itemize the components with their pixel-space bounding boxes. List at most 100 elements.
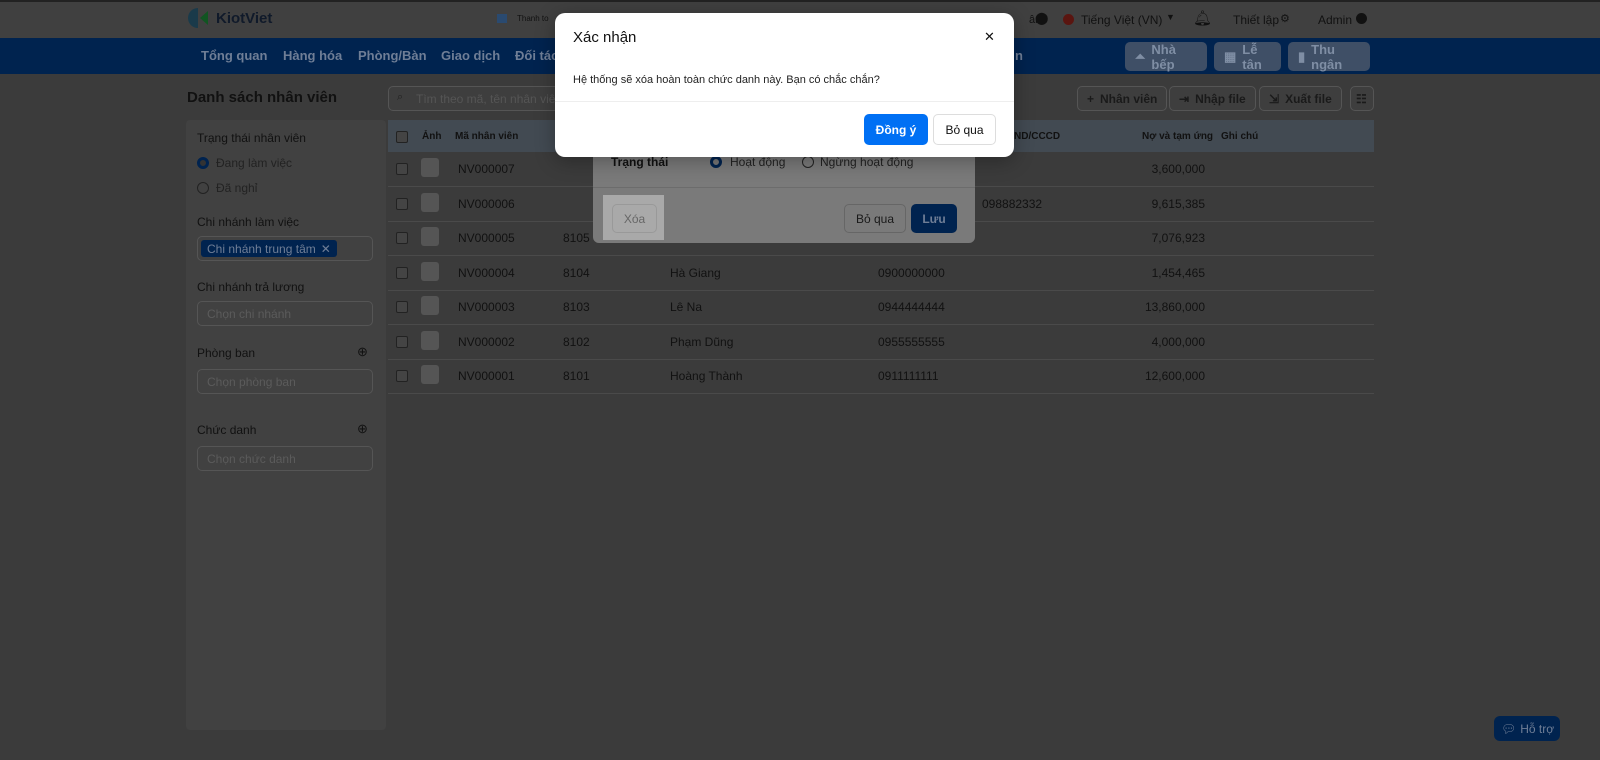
confirm-title: Xác nhận bbox=[573, 29, 637, 46]
chevron-down-icon: ▼ bbox=[1166, 12, 1175, 22]
attendance-code: 8103 bbox=[563, 300, 590, 314]
row-checkbox[interactable] bbox=[396, 197, 408, 210]
export-button[interactable]: ⇲ Xuất file bbox=[1259, 86, 1342, 111]
radio-inactive[interactable] bbox=[802, 156, 814, 168]
employee-debt: 9,615,385 bbox=[1151, 196, 1205, 211]
gear-icon: ⚙ bbox=[1280, 13, 1290, 25]
select-all-checkbox[interactable] bbox=[396, 131, 408, 143]
reception-button[interactable]: ▦ Lễ tân bbox=[1214, 41, 1281, 72]
employee-name: Hà Giang bbox=[670, 265, 721, 280]
header-debt[interactable]: Nợ và tạm ứng bbox=[1142, 131, 1213, 142]
close-icon[interactable]: ✕ bbox=[984, 29, 995, 45]
nav-transactions[interactable]: Giao dịch bbox=[441, 48, 500, 63]
add-job-title-icon[interactable]: ⊕ bbox=[357, 421, 368, 437]
radio-working[interactable] bbox=[197, 157, 209, 169]
settings-link[interactable]: Thiết lập bbox=[1233, 13, 1279, 27]
branch-filter-label: Chi nhánh làm việc bbox=[197, 215, 300, 229]
row-checkbox[interactable] bbox=[396, 370, 408, 382]
pay-branch-select[interactable]: Chọn chi nhánh bbox=[197, 301, 373, 326]
header-photo: Ảnh bbox=[422, 131, 442, 142]
attendance-code: 8104 bbox=[563, 265, 590, 280]
save-button[interactable]: Lưu bbox=[911, 204, 957, 233]
nav-products[interactable]: Hàng hóa bbox=[283, 48, 342, 63]
delete-button[interactable]: Xóa bbox=[612, 204, 657, 233]
employee-photo bbox=[421, 330, 439, 350]
employee-code[interactable]: NV000006 bbox=[458, 197, 515, 211]
row-checkbox[interactable] bbox=[396, 163, 408, 175]
branch-tag: Chi nhánh trung tâm ✕ bbox=[201, 240, 337, 257]
employee-code[interactable]: NV000007 bbox=[458, 162, 515, 176]
nav-partial[interactable]: n bbox=[1015, 48, 1023, 63]
row-checkbox[interactable] bbox=[396, 301, 408, 313]
employee-debt: 7,076,923 bbox=[1151, 231, 1205, 245]
payment-link[interactable]: Thanh to bbox=[517, 14, 549, 23]
row-checkbox[interactable] bbox=[396, 266, 408, 279]
header-code[interactable]: Mã nhân viên bbox=[455, 131, 518, 142]
location-icon: ⬤ bbox=[1035, 11, 1049, 25]
nav-partners[interactable]: Đối tác bbox=[515, 48, 558, 63]
radio-resigned[interactable] bbox=[197, 182, 209, 194]
row-checkbox[interactable] bbox=[396, 232, 408, 244]
modal-divider bbox=[593, 187, 975, 188]
confirm-ok-button[interactable]: Đồng ý bbox=[864, 114, 928, 145]
employee-photo bbox=[421, 365, 439, 384]
calendar-icon: ▦ bbox=[1224, 48, 1237, 64]
edit-cancel-button[interactable]: Bỏ qua bbox=[844, 204, 906, 233]
attendance-code: 8105 bbox=[563, 231, 590, 245]
employee-code[interactable]: NV000002 bbox=[458, 335, 515, 349]
support-label: Hỗ trợ bbox=[1520, 721, 1555, 736]
logo-text: KiotViet bbox=[216, 10, 273, 27]
employee-code[interactable]: NV000005 bbox=[458, 231, 515, 245]
user-icon bbox=[1356, 13, 1367, 24]
nav-overview[interactable]: Tổng quan bbox=[201, 48, 267, 63]
reception-label: Lễ tân bbox=[1242, 41, 1262, 72]
status-filter-label: Trạng thái nhân viên bbox=[197, 131, 306, 145]
search-icon: ⌕ bbox=[397, 91, 404, 103]
search-placeholder: Tìm theo mã, tên nhân viên bbox=[416, 92, 563, 106]
confirm-divider bbox=[555, 101, 1014, 102]
search-input[interactable]: ⌕ Tìm theo mã, tên nhân viên bbox=[388, 86, 568, 111]
employee-name: Lê Na bbox=[670, 300, 703, 314]
employee-phone: 0944444444 bbox=[878, 300, 945, 314]
employee-photo bbox=[421, 158, 439, 177]
employee-debt: 12,600,000 bbox=[1144, 369, 1205, 383]
employee-code[interactable]: NV000001 bbox=[458, 369, 515, 383]
employee-code[interactable]: NV000003 bbox=[458, 300, 515, 314]
add-employee-button[interactable]: + Nhân viên bbox=[1077, 86, 1168, 111]
job-title-select[interactable]: Chọn chức danh bbox=[197, 446, 373, 471]
confirm-message: Hệ thống sẽ xóa hoàn toàn chức danh này.… bbox=[573, 74, 880, 86]
edit-status-label: Trạng thái bbox=[611, 155, 669, 169]
employee-code[interactable]: NV000004 bbox=[458, 266, 515, 280]
job-title-label: Chức danh bbox=[197, 423, 257, 437]
nav-rooms[interactable]: Phòng/Bàn bbox=[358, 48, 427, 63]
employee-photo bbox=[421, 192, 439, 212]
language-select[interactable]: Tiếng Việt (VN) bbox=[1081, 13, 1162, 27]
import-button[interactable]: ⇥ Nhập file bbox=[1169, 86, 1256, 111]
bell-icon[interactable]: 🔔︎ bbox=[1193, 9, 1212, 27]
import-label: Nhập file bbox=[1195, 91, 1246, 106]
header-id-card[interactable]: ND/CCCD bbox=[1014, 131, 1060, 142]
radio-resigned-label: Đã nghỉ bbox=[216, 181, 258, 195]
remove-tag-icon[interactable]: ✕ bbox=[321, 242, 331, 256]
radio-active[interactable] bbox=[710, 156, 722, 168]
chat-icon: 💬︎ bbox=[1501, 721, 1517, 736]
export-icon: ⇲ bbox=[1269, 91, 1280, 106]
row-checkbox[interactable] bbox=[396, 335, 408, 348]
payment-icon bbox=[497, 14, 507, 23]
employee-debt: 13,860,000 bbox=[1144, 300, 1205, 314]
dept-select[interactable]: Chọn phòng ban bbox=[197, 369, 373, 394]
cashier-button[interactable]: ▮ Thu ngân bbox=[1288, 42, 1370, 72]
employee-photo bbox=[421, 227, 439, 246]
confirm-cancel-button[interactable]: Bỏ qua bbox=[933, 114, 996, 145]
plus-icon: + bbox=[1087, 91, 1095, 106]
pay-branch-label: Chi nhánh trả lương bbox=[197, 280, 305, 294]
user-menu[interactable]: Admin bbox=[1318, 13, 1352, 27]
support-button[interactable]: 💬︎ Hỗ trợ bbox=[1494, 716, 1560, 741]
employee-photo bbox=[421, 296, 439, 315]
employee-photo bbox=[421, 261, 439, 281]
add-dept-icon[interactable]: ⊕ bbox=[357, 344, 368, 360]
branch-tag-label: Chi nhánh trung tâm bbox=[207, 242, 316, 256]
columns-button[interactable]: ☷ bbox=[1350, 86, 1374, 111]
kitchen-button[interactable]: ⏶ Nhà bếp bbox=[1125, 42, 1207, 72]
header-note[interactable]: Ghi chú bbox=[1221, 131, 1258, 142]
